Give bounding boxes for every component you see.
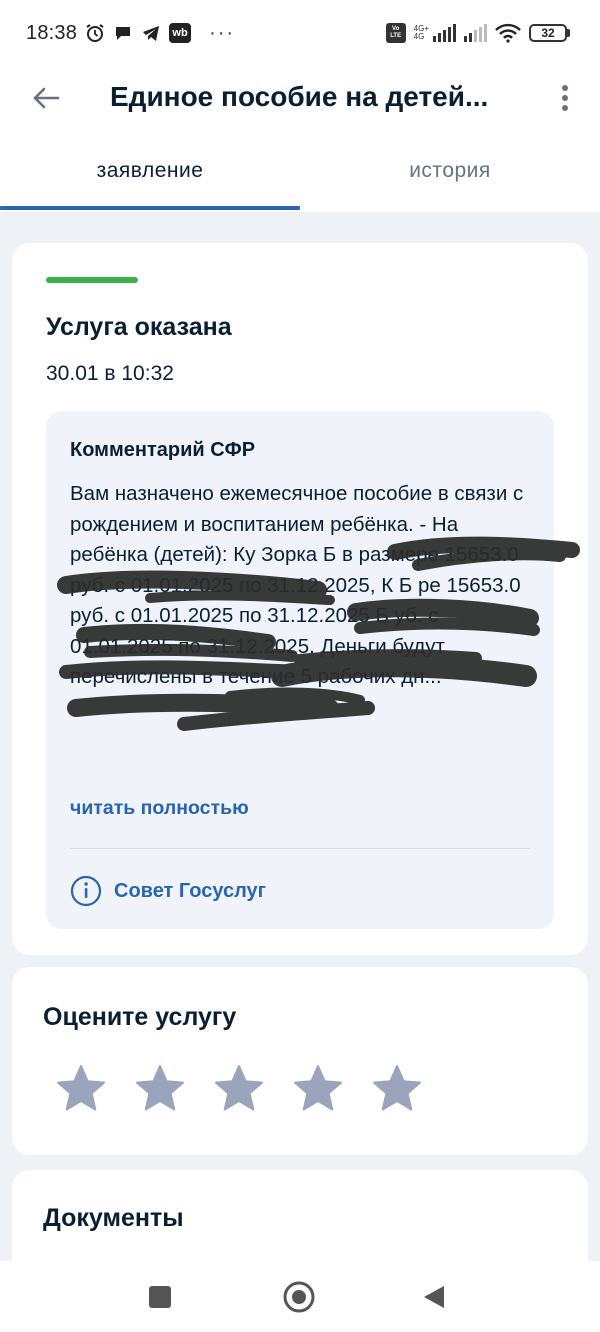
status-bar-left: 18:38 wb ··· bbox=[26, 22, 235, 45]
status-title: Услуга оказана bbox=[46, 313, 232, 341]
home-button[interactable] bbox=[282, 1280, 316, 1314]
read-more-link[interactable]: читать полностью bbox=[70, 797, 249, 820]
network-type: 4G+ 4G bbox=[413, 24, 429, 41]
star-icon[interactable] bbox=[213, 1063, 265, 1115]
kebab-dot-icon bbox=[562, 105, 568, 111]
wifi-icon bbox=[495, 23, 521, 43]
telegram-icon bbox=[143, 26, 160, 41]
kebab-dot-icon bbox=[562, 95, 568, 101]
circle-icon bbox=[283, 1281, 315, 1313]
rating-title: Оцените услугу bbox=[43, 1003, 237, 1031]
status-card: Услуга оказана 30.01 в 10:32 Комментарий… bbox=[12, 243, 588, 955]
alarm-icon bbox=[86, 24, 104, 42]
status-indicator-bar bbox=[46, 277, 138, 283]
signal-icon-sim2 bbox=[464, 24, 487, 42]
kebab-dot-icon bbox=[562, 85, 568, 91]
comment-title: Комментарий СФР bbox=[70, 439, 256, 461]
back-button[interactable] bbox=[26, 78, 66, 118]
tab-application[interactable]: заявление bbox=[0, 130, 300, 212]
battery-icon: 32 bbox=[529, 24, 570, 42]
arrow-left-icon bbox=[33, 87, 60, 109]
square-icon bbox=[149, 1286, 171, 1308]
wildberries-icon: wb bbox=[169, 23, 192, 43]
comment-box: Комментарий СФР Вам назначено ежемесячно… bbox=[46, 411, 554, 929]
star-icon[interactable] bbox=[134, 1063, 186, 1115]
status-bar: 18:38 wb ··· Vo LTE 4G+ 4G 32 bbox=[0, 0, 600, 66]
triangle-back-icon bbox=[424, 1286, 444, 1308]
chat-icon bbox=[116, 27, 131, 40]
star-icon[interactable] bbox=[55, 1063, 107, 1115]
star-icon[interactable] bbox=[371, 1063, 423, 1115]
more-menu-button[interactable] bbox=[550, 78, 580, 118]
comment-text: Вам назначено ежемесячное пособие в связ… bbox=[70, 482, 524, 688]
status-date: 30.01 в 10:32 bbox=[46, 362, 174, 385]
volte-icon: Vo LTE bbox=[385, 23, 406, 43]
tab-bar: заявление история bbox=[0, 130, 600, 212]
advice-label: Совет Госуслуг bbox=[114, 879, 266, 902]
clock: 18:38 bbox=[26, 21, 78, 44]
signal-icon-sim1 bbox=[433, 24, 456, 42]
status-bar-right: Vo LTE 4G+ 4G 32 bbox=[385, 23, 570, 43]
more-notifications-icon: ··· bbox=[209, 21, 236, 44]
back-nav-button[interactable] bbox=[420, 1283, 448, 1311]
star-icon[interactable] bbox=[292, 1063, 344, 1115]
recents-button[interactable] bbox=[146, 1283, 174, 1311]
app-header: Единое пособие на детей... bbox=[0, 66, 600, 130]
system-nav-bar bbox=[0, 1261, 600, 1332]
info-icon bbox=[70, 875, 102, 907]
page-title: Единое пособие на детей... bbox=[110, 81, 489, 112]
advice-link[interactable]: Совет Госуслуг bbox=[70, 875, 266, 907]
divider bbox=[70, 848, 530, 849]
rating-card: Оцените услугу bbox=[12, 967, 588, 1155]
rating-stars bbox=[55, 1063, 423, 1115]
tab-history[interactable]: история bbox=[300, 130, 600, 212]
documents-title: Документы bbox=[43, 1204, 184, 1232]
